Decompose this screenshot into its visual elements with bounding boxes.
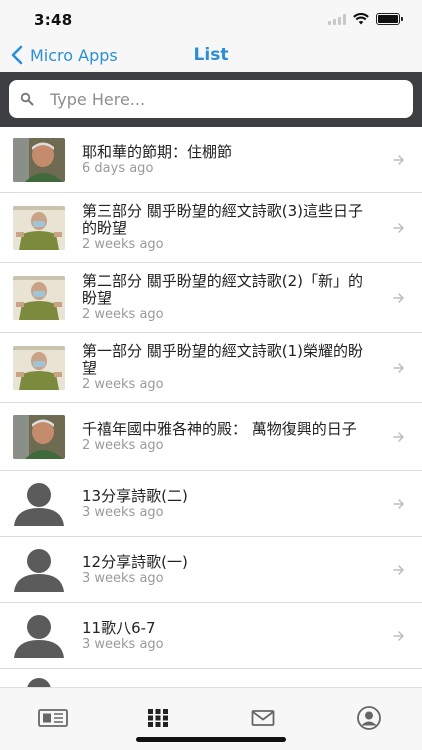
- list-item-partial[interactable]: [0, 669, 422, 687]
- list-item-title: 第一部分 關乎盼望的經文詩歌(1)榮耀的盼望: [82, 342, 364, 377]
- person-placeholder-icon: [14, 548, 64, 592]
- list-item[interactable]: 11歌八6-7 3 weeks ago: [0, 603, 422, 669]
- list-item-text: 耶和華的節期：住棚節 6 days ago: [82, 142, 372, 176]
- list-item[interactable]: 13分享詩歌(二) 3 weeks ago: [0, 471, 422, 537]
- status-icons: [328, 13, 403, 25]
- signal-icon: [328, 13, 346, 25]
- wifi-icon: [353, 13, 369, 25]
- list-item-text: 第二部分 關乎盼望的經文詩歌(2)「新」的盼望 2 weeks ago: [82, 272, 372, 323]
- person-placeholder-icon: [14, 614, 64, 658]
- chevron-right-icon: [393, 362, 404, 373]
- search-input[interactable]: [50, 89, 380, 109]
- home-indicator[interactable]: [136, 737, 286, 742]
- list-item-title: 第三部分 關乎盼望的經文詩歌(3)這些日子的盼望: [82, 202, 364, 237]
- mail-icon: [251, 710, 275, 726]
- grid-icon: [148, 709, 168, 727]
- tab-grid[interactable]: [142, 706, 174, 730]
- list-item-date: 6 days ago: [82, 160, 154, 176]
- man-mask-photo: [13, 205, 65, 250]
- man-photo: [13, 137, 65, 182]
- list-item-title: 耶和華的節期：住棚節: [82, 142, 233, 161]
- tab-news[interactable]: [37, 706, 69, 730]
- tab-profile[interactable]: [353, 706, 385, 730]
- status-time: 3:48: [34, 11, 73, 29]
- list-item-title: 11歌八6-7: [82, 618, 156, 637]
- list-item-title: 12分享詩歌(一): [82, 552, 188, 571]
- man-mask-photo: [13, 275, 65, 320]
- chevron-right-icon: [393, 292, 404, 303]
- chevron-right-icon: [393, 431, 404, 442]
- newspaper-icon: [38, 709, 68, 727]
- status-bar: 3:48: [0, 0, 422, 40]
- list-item-date: 2 weeks ago: [82, 307, 164, 322]
- list-item-date: 3 weeks ago: [82, 570, 164, 586]
- search-box[interactable]: [9, 80, 413, 118]
- list-item[interactable]: 第二部分 關乎盼望的經文詩歌(2)「新」的盼望 2 weeks ago: [0, 263, 422, 333]
- list-item-text: 千禧年國中雅各神的殿： 萬物復興的日子 2 weeks ago: [82, 419, 372, 453]
- chevron-right-icon: [393, 564, 404, 575]
- list-item-date: 2 weeks ago: [82, 377, 164, 392]
- item-list: 耶和華的節期：住棚節 6 days ago 第三部分 關乎盼望的經文詩歌(3)這…: [0, 127, 422, 687]
- chevron-right-icon: [393, 154, 404, 165]
- battery-icon: [376, 13, 403, 25]
- tab-mail[interactable]: [247, 706, 279, 730]
- page-title: List: [193, 45, 229, 65]
- person-placeholder-icon: [27, 678, 51, 687]
- list-item[interactable]: 千禧年國中雅各神的殿： 萬物復興的日子 2 weeks ago: [0, 403, 422, 471]
- list-item-text: 12分享詩歌(一) 3 weeks ago: [82, 552, 372, 586]
- search-bar: [0, 72, 422, 127]
- list-item[interactable]: 第一部分 關乎盼望的經文詩歌(1)榮耀的盼望 2 weeks ago: [0, 333, 422, 403]
- chevron-right-icon: [393, 498, 404, 509]
- list-item-title: 第二部分 關乎盼望的經文詩歌(2)「新」的盼望: [82, 272, 364, 307]
- list-item-text: 11歌八6-7 3 weeks ago: [82, 618, 372, 652]
- navigation-bar: Micro Apps List: [0, 40, 422, 72]
- man-photo: [13, 414, 65, 459]
- list-item[interactable]: 12分享詩歌(一) 3 weeks ago: [0, 537, 422, 603]
- list-item-text: 第一部分 關乎盼望的經文詩歌(1)榮耀的盼望 2 weeks ago: [82, 342, 372, 393]
- list-item-date: 3 weeks ago: [82, 504, 164, 520]
- chevron-right-icon: [393, 630, 404, 641]
- list-item-date: 2 weeks ago: [82, 437, 164, 453]
- list-item-date: 2 weeks ago: [82, 237, 164, 252]
- man-mask-photo: [13, 345, 65, 390]
- list-item[interactable]: 耶和華的節期：住棚節 6 days ago: [0, 127, 422, 193]
- list-item-title: 13分享詩歌(二): [82, 486, 188, 505]
- list-item[interactable]: 第三部分 關乎盼望的經文詩歌(3)這些日子的盼望 2 weeks ago: [0, 193, 422, 263]
- list-item-title: 千禧年國中雅各神的殿： 萬物復興的日子: [82, 419, 357, 438]
- chevron-right-icon: [393, 222, 404, 233]
- person-placeholder-icon: [14, 482, 64, 526]
- search-icon: [20, 92, 34, 106]
- profile-icon: [357, 706, 381, 730]
- list-item-text: 第三部分 關乎盼望的經文詩歌(3)這些日子的盼望 2 weeks ago: [82, 202, 372, 253]
- list-item-date: 3 weeks ago: [82, 636, 164, 652]
- list-item-text: 13分享詩歌(二) 3 weeks ago: [82, 486, 372, 520]
